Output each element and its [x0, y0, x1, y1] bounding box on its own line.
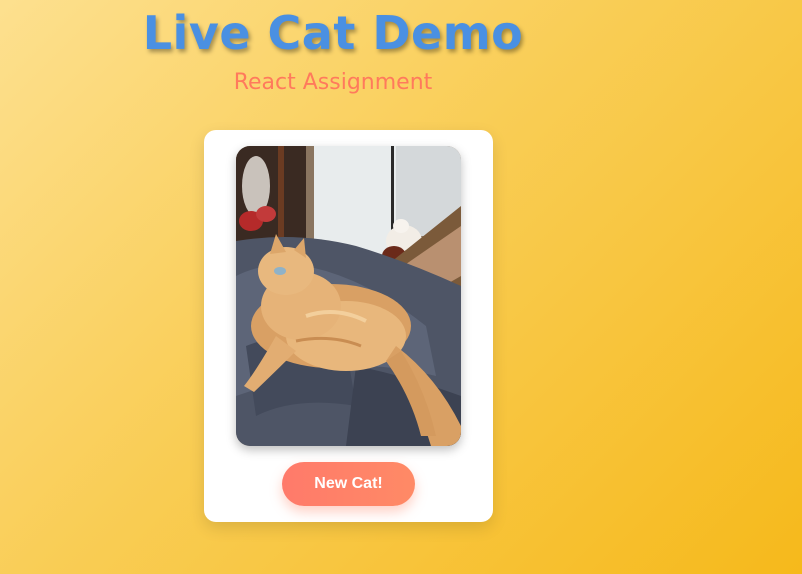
cat-photo: [236, 146, 461, 446]
new-cat-button[interactable]: New Cat!: [282, 462, 415, 506]
page-subtitle: React Assignment: [233, 70, 433, 95]
cat-image: [236, 146, 461, 446]
page-title: Live Cat Demo: [142, 6, 524, 60]
cat-card: New Cat!: [204, 130, 493, 522]
